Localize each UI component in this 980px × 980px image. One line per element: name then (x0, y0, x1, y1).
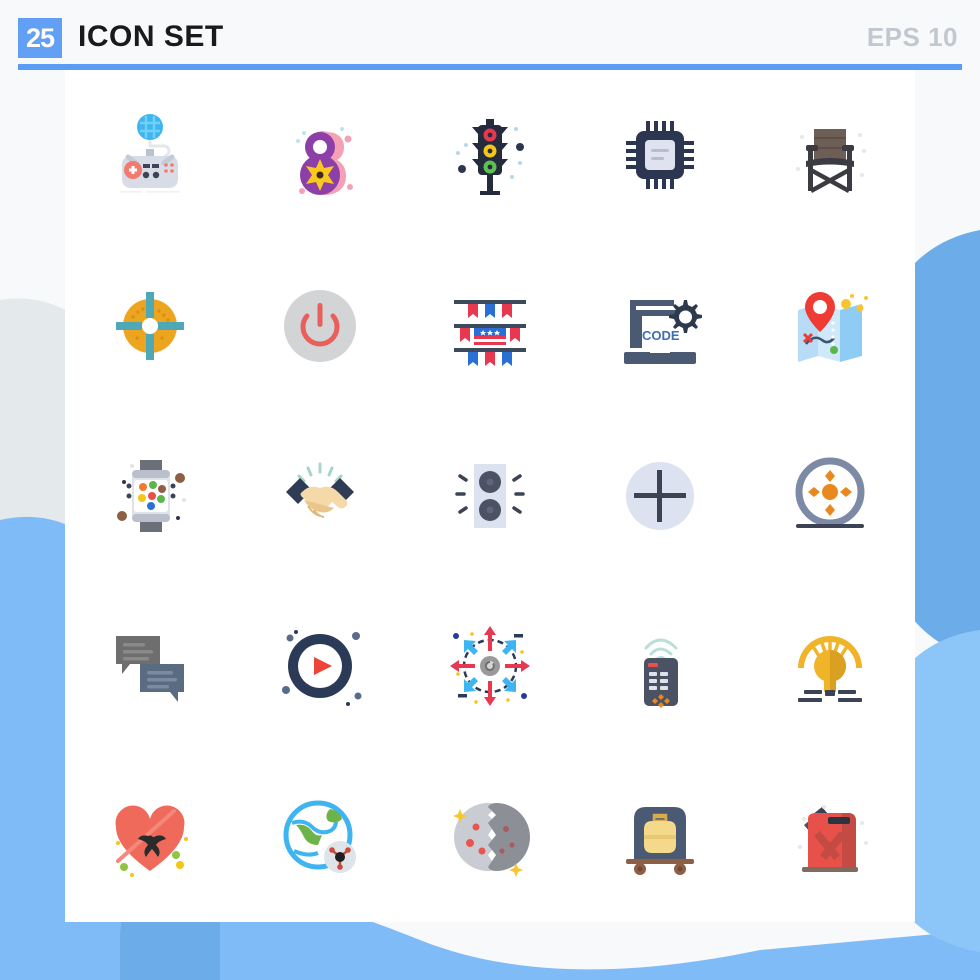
light-bulb-icon (798, 636, 862, 703)
icon-cell-flag-bunting[interactable] (405, 240, 575, 410)
icon-card: CODE (65, 70, 915, 922)
icon-cell-remote-control[interactable] (575, 581, 745, 751)
game-controller-icon (120, 114, 180, 193)
handshake-icon (286, 462, 354, 518)
heart-arrow-icon (115, 805, 188, 877)
womens-day-icon (296, 127, 353, 196)
icon-cell-processor-chip[interactable] (575, 70, 745, 240)
header-bar: 25 ICON SET EPS 10 (0, 0, 980, 70)
icon-cell-handshake[interactable] (235, 411, 405, 581)
icon-grid: CODE (65, 70, 915, 922)
icon-cell-add[interactable] (575, 411, 745, 581)
icon-cell-speaker[interactable] (405, 411, 575, 581)
icon-cell-traffic-light[interactable] (405, 70, 575, 240)
director-chair-icon (796, 129, 866, 194)
flag-bunting-icon (454, 299, 526, 366)
tv-remote-icon (644, 638, 678, 709)
icon-cell-heart-arrow[interactable] (65, 752, 235, 922)
icon-count-badge: 25 (18, 18, 62, 58)
icon-cell-power-button[interactable] (235, 240, 405, 410)
luggage-cart-icon (626, 806, 694, 875)
speaker-icon (455, 463, 525, 528)
code-label: CODE (642, 328, 680, 343)
icon-cell-director-chair[interactable] (745, 70, 915, 240)
icon-cell-chat[interactable] (65, 581, 235, 751)
icon-cell-cracked-rock[interactable] (405, 752, 575, 922)
earth-molecule-icon (283, 800, 356, 873)
power-button-icon (284, 289, 356, 362)
icon-cell-light-bulb[interactable] (745, 581, 915, 751)
format-label: EPS 10 (866, 22, 958, 52)
smartwatch-icon (117, 459, 186, 532)
chat-bubbles-icon (116, 636, 184, 703)
icon-cell-smartwatch[interactable] (65, 411, 235, 581)
icon-cell-fuel-can[interactable] (745, 752, 915, 922)
icon-cell-earth-science[interactable] (235, 752, 405, 922)
icon-cell-womens-day[interactable] (235, 70, 405, 240)
icon-cell-map-location[interactable] (745, 240, 915, 410)
icon-cell-game-controller[interactable] (65, 70, 235, 240)
icon-cell-play[interactable] (235, 581, 405, 751)
target-crosshair-icon (116, 291, 184, 360)
map-location-icon (798, 291, 868, 362)
traffic-light-icon (456, 119, 524, 196)
code-laptop-icon: CODE (624, 299, 702, 364)
processor-chip-icon (626, 121, 694, 190)
icon-cell-target[interactable] (65, 240, 235, 410)
expand-arrows-icon (450, 626, 530, 707)
film-reel-icon (795, 457, 865, 528)
fuel-can-icon (798, 804, 868, 872)
page-title: ICON SET (78, 20, 224, 53)
play-button-icon (282, 630, 362, 707)
add-plus-icon (626, 461, 694, 530)
icon-cell-expand[interactable] (405, 581, 575, 751)
icon-cell-luggage-cart[interactable] (575, 752, 745, 922)
icon-cell-film-reel[interactable] (745, 411, 915, 581)
cracked-rock-icon (453, 802, 530, 877)
icon-cell-code-laptop[interactable]: CODE (575, 240, 745, 410)
